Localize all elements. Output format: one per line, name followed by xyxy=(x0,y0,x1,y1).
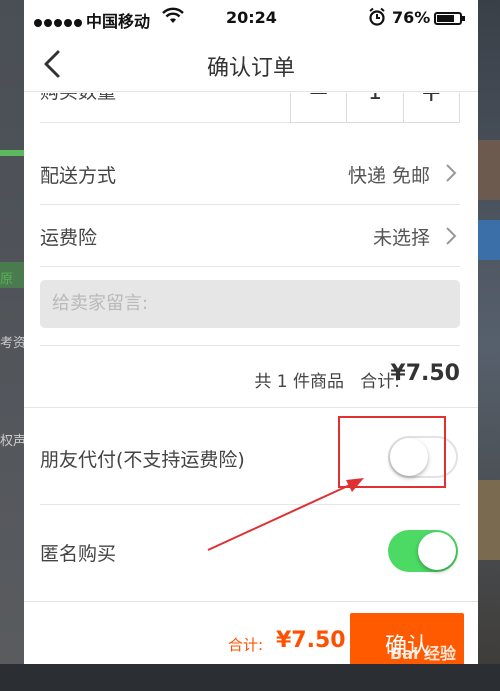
friend-pay-row: 朋友代付(不支持运费险) xyxy=(40,409,460,505)
background-right-edge xyxy=(478,0,500,691)
friend-pay-label: 朋友代付(不支持运费险) xyxy=(40,449,245,471)
divider xyxy=(24,407,478,408)
anonymous-toggle[interactable] xyxy=(388,530,458,572)
signal-dots-icon xyxy=(34,12,84,31)
battery-percent: 76% xyxy=(392,8,431,27)
seller-message-input[interactable]: 给卖家留言: xyxy=(40,280,460,328)
wifi-icon xyxy=(162,7,184,29)
divider xyxy=(40,345,460,346)
shipping-insurance-row[interactable]: 运费险 未选择 xyxy=(40,205,460,267)
shipping-method-row[interactable]: 配送方式 快递 免邮 xyxy=(40,143,460,205)
battery-icon xyxy=(434,12,465,25)
status-time: 20:24 xyxy=(226,8,277,27)
order-form: 购买数量 − 1 + 配送方式 快递 免邮 运费险 未选择 给卖家留言: 共 1… xyxy=(24,93,478,601)
page-title: 确认订单 xyxy=(206,56,295,81)
watermark-logo: Bai 经验 xyxy=(390,644,457,663)
plus-button[interactable]: + xyxy=(404,93,459,122)
status-bar: 中国移动 20:24 76% xyxy=(24,0,478,36)
order-summary: 共 1 件商品 合计: ¥7.50 xyxy=(24,361,460,392)
alarm-icon xyxy=(368,7,386,31)
toggle-knob xyxy=(418,532,456,570)
background-left-edge: 原 考资 权声 xyxy=(0,0,24,691)
insurance-value: 未选择 xyxy=(372,227,430,249)
phone-screen: 中国移动 20:24 76% 确认订单 − + 配送方式 快递 免邮 运费险 未… xyxy=(24,0,478,664)
quantity-value[interactable]: 1 xyxy=(346,93,404,122)
shipping-value: 快递 免邮 xyxy=(347,165,430,187)
minus-button[interactable]: − xyxy=(291,93,346,122)
background-bottom-edge xyxy=(0,664,500,691)
item-count: 共 1 件商品 xyxy=(254,372,344,392)
toggle-knob xyxy=(390,438,428,476)
quantity-stepper: − 1 + xyxy=(290,93,460,123)
friend-pay-toggle[interactable] xyxy=(388,436,458,478)
bottom-total-label: 合计: xyxy=(228,636,264,654)
quantity-row: 购买数量 − 1 + xyxy=(40,93,460,123)
shipping-label: 配送方式 xyxy=(40,165,117,187)
quantity-label: 购买数量 xyxy=(40,93,116,104)
summary-total-value: ¥7.50 xyxy=(390,361,460,386)
chevron-right-icon xyxy=(444,162,458,184)
chevron-right-icon xyxy=(444,225,458,247)
background-snippet: 考资 xyxy=(0,336,24,351)
insurance-label: 运费险 xyxy=(40,227,98,249)
anonymous-label: 匿名购买 xyxy=(40,543,117,565)
anonymous-purchase-row: 匿名购买 xyxy=(40,505,460,601)
carrier-name: 中国移动 xyxy=(86,12,151,31)
nav-bar: 确认订单 xyxy=(24,36,478,92)
background-snippet: 权声 xyxy=(0,434,24,449)
bottom-total-value: ¥7.50 xyxy=(276,628,346,653)
